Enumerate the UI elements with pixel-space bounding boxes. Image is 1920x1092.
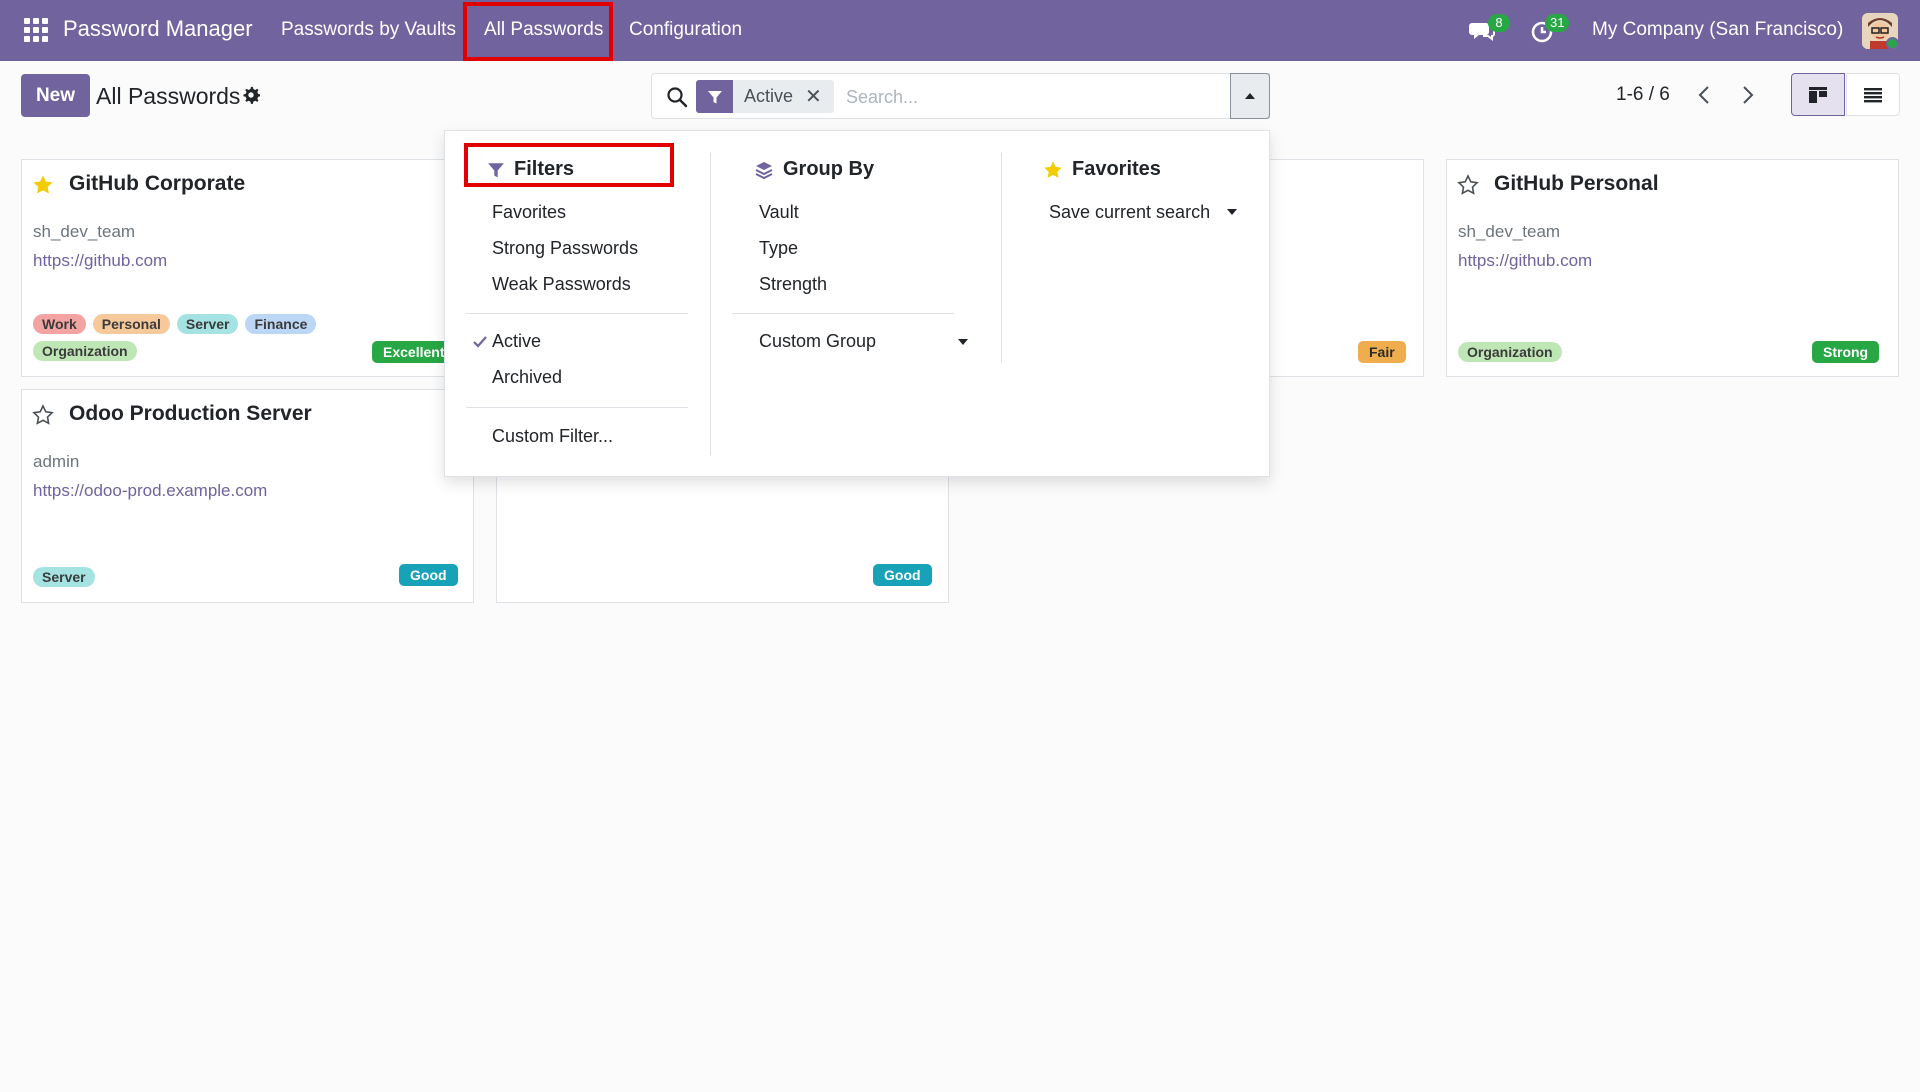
column-divider [1001, 153, 1002, 363]
facet-remove-icon[interactable]: ✕ [805, 84, 834, 109]
page-title: All Passwords [96, 83, 241, 109]
column-divider [710, 153, 711, 455]
separator [732, 313, 954, 314]
groupby-type[interactable]: Type [759, 238, 798, 259]
filters-header: Filters [487, 158, 574, 181]
new-button[interactable]: New [21, 74, 90, 117]
password-card[interactable]: GitHub Corporate sh_dev_team https://git… [21, 159, 474, 377]
strength-badge: Strong [1812, 341, 1880, 363]
messages-badge: 8 [1488, 14, 1510, 32]
star-filled-icon[interactable] [32, 174, 54, 196]
caret-down-icon[interactable] [958, 339, 968, 346]
tag-server: Server [33, 567, 95, 587]
separator [466, 313, 688, 314]
filter-icon [696, 80, 733, 113]
gear-icon[interactable] [242, 86, 260, 104]
filter-favorites[interactable]: Favorites [492, 202, 566, 223]
search-input[interactable] [846, 82, 1246, 112]
facet-label: Active [744, 86, 794, 106]
filter-archived[interactable]: Archived [492, 367, 562, 388]
strength-badge: Good [873, 564, 932, 586]
groupby-header: Group By [754, 158, 874, 181]
groupby-vault[interactable]: Vault [759, 202, 799, 223]
filter-active[interactable]: Active [492, 331, 541, 352]
card-tags: Server [33, 567, 363, 587]
search-panel-dropdown: Filters Favorites Strong Passwords Weak … [444, 130, 1270, 477]
card-url-link[interactable]: https://github.com [1458, 251, 1592, 271]
filter-weak-passwords[interactable]: Weak Passwords [492, 274, 631, 295]
card-title: Odoo Production Server [69, 402, 312, 425]
card-tags: Organization [1458, 342, 1788, 362]
company-switcher[interactable]: My Company (San Francisco) [1592, 19, 1843, 41]
pager-value[interactable]: 1-6 / 6 [1616, 84, 1670, 106]
active-filter-facet: Active ✕ [696, 80, 834, 113]
filter-strong-passwords[interactable]: Strong Passwords [492, 238, 638, 259]
password-card[interactable]: Odoo Production Server admin https://odo… [21, 389, 474, 603]
star-outline-icon[interactable] [1457, 174, 1479, 196]
strength-badge: Excellent [372, 341, 456, 363]
card-username: sh_dev_team [33, 222, 136, 241]
custom-group-select[interactable]: Custom Group [759, 331, 876, 352]
kanban-view-button[interactable] [1791, 73, 1845, 116]
search-bar: Active ✕ [651, 73, 1270, 119]
separator [466, 407, 688, 408]
search-icon[interactable] [666, 86, 688, 108]
card-tags: Work Personal Server Finance Organizatio… [33, 314, 363, 361]
strength-badge: Good [399, 564, 458, 586]
search-panel-toggle-button[interactable] [1230, 73, 1270, 119]
filter-icon [488, 162, 504, 177]
list-icon [1864, 87, 1882, 102]
tag-organization: Organization [33, 341, 137, 361]
card-username: admin [33, 452, 80, 471]
star-filled-icon [1044, 160, 1062, 178]
card-url-link[interactable]: https://odoo-prod.example.com [33, 481, 267, 501]
chevron-right-icon [1743, 86, 1754, 104]
card-title: GitHub Corporate [69, 172, 246, 195]
layers-icon [755, 161, 773, 179]
user-avatar[interactable] [1862, 13, 1898, 49]
highlight-box-all-passwords [463, 2, 613, 61]
top-navbar: Password Manager Passwords by Vaults All… [0, 0, 1920, 61]
tag-work: Work [33, 314, 86, 334]
card-url-link[interactable]: https://github.com [33, 251, 167, 271]
password-card[interactable]: GitHub Personal sh_dev_team https://gith… [1446, 159, 1899, 377]
custom-filter-item[interactable]: Custom Filter... [492, 426, 613, 447]
apps-menu-icon[interactable] [24, 18, 48, 42]
tag-finance: Finance [245, 314, 317, 334]
star-outline-icon[interactable] [32, 404, 54, 426]
pager-next-button[interactable] [1736, 82, 1760, 108]
groupby-strength[interactable]: Strength [759, 274, 827, 295]
list-view-button[interactable] [1846, 73, 1900, 116]
tag-server: Server [176, 314, 239, 334]
caret-down-icon[interactable] [1227, 209, 1237, 216]
check-icon [473, 336, 487, 348]
menu-configuration[interactable]: Configuration [629, 19, 742, 41]
chevron-left-icon [1698, 86, 1709, 104]
app-brand[interactable]: Password Manager [63, 16, 253, 42]
menu-passwords-by-vaults[interactable]: Passwords by Vaults [281, 19, 456, 41]
activities-badge: 31 [1545, 14, 1570, 32]
pager-previous-button[interactable] [1692, 82, 1716, 108]
favorites-header: Favorites [1043, 158, 1161, 181]
card-title: GitHub Personal [1494, 172, 1659, 195]
strength-badge: Fair [1358, 341, 1406, 363]
kanban-icon [1809, 86, 1827, 103]
tag-organization: Organization [1458, 342, 1562, 362]
tag-personal: Personal [92, 314, 170, 334]
save-current-search[interactable]: Save current search [1049, 202, 1210, 223]
caret-up-icon [1245, 93, 1255, 99]
card-username: sh_dev_team [1458, 222, 1561, 241]
